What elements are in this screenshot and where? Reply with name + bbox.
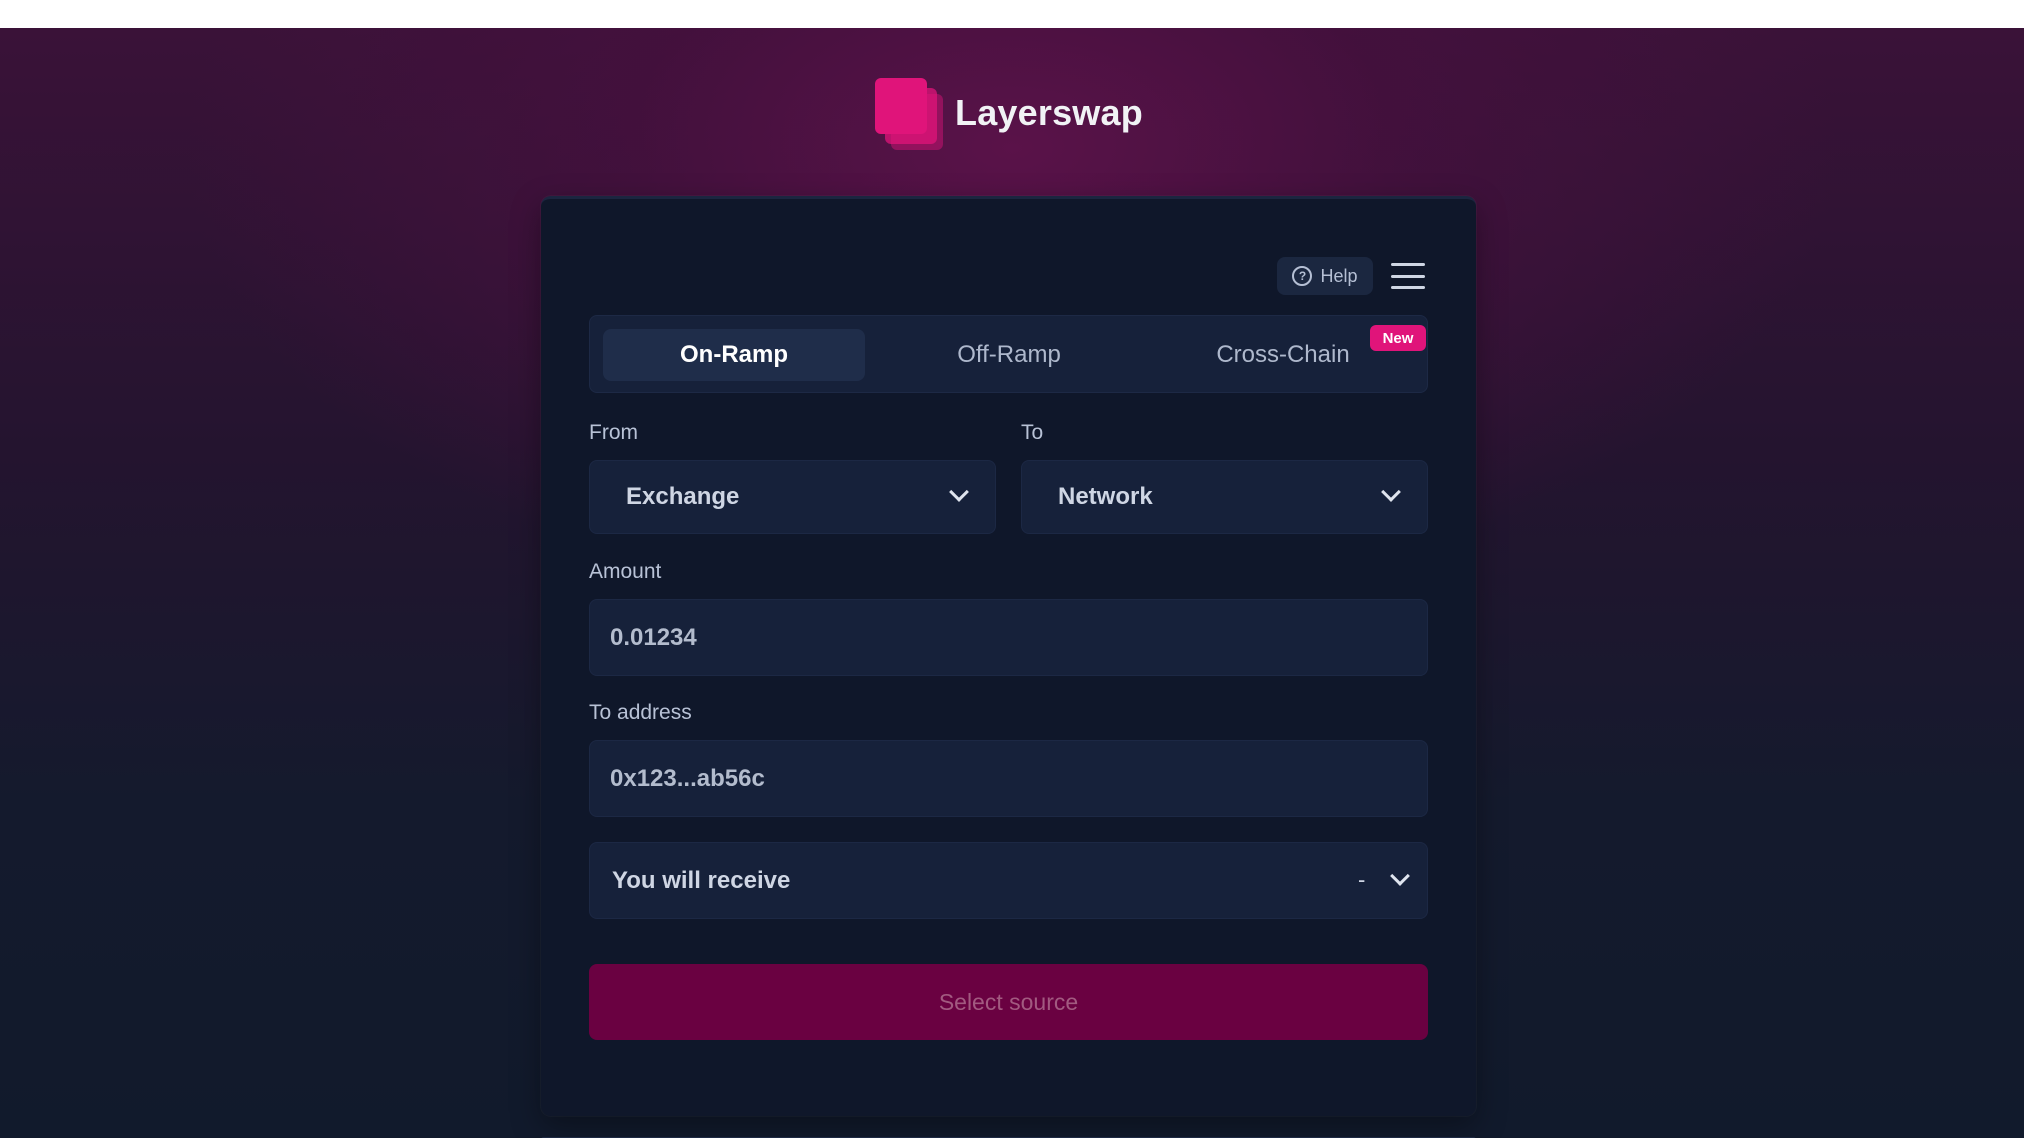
- amount-label: Amount: [589, 560, 662, 583]
- swap-card: ? Help On-Ramp Off-Ramp Cross-Chain New …: [541, 196, 1476, 1116]
- to-label: To: [1021, 421, 1044, 444]
- receive-label: You will receive: [612, 866, 791, 894]
- chevron-down-icon: [949, 482, 969, 502]
- from-label: From: [589, 421, 638, 444]
- chevron-down-icon: [1390, 866, 1410, 886]
- hamburger-menu-icon[interactable]: [1389, 259, 1427, 293]
- to-select[interactable]: Network: [1021, 460, 1428, 534]
- new-badge: New: [1370, 325, 1426, 351]
- to-address-label: To address: [589, 701, 692, 724]
- help-label: Help: [1320, 265, 1358, 286]
- to-address-placeholder: 0x123...ab56c: [610, 764, 765, 792]
- select-source-button[interactable]: Select source: [589, 964, 1428, 1040]
- brand-logo[interactable]: Layerswap: [875, 78, 1143, 150]
- tab-on-ramp[interactable]: On-Ramp: [603, 329, 865, 381]
- app-background: Layerswap ? Help On-Ramp Off-Ramp Cross-…: [0, 28, 2024, 1138]
- question-circle-icon: ?: [1292, 266, 1313, 286]
- browser-top-strip: [0, 0, 2024, 28]
- help-button[interactable]: ? Help: [1277, 257, 1373, 295]
- layerswap-logo-icon: [875, 78, 943, 150]
- to-address-input[interactable]: 0x123...ab56c: [589, 740, 1428, 817]
- amount-input[interactable]: 0.01234: [589, 599, 1428, 676]
- tab-off-ramp[interactable]: Off-Ramp: [878, 329, 1140, 381]
- to-select-value: Network: [1058, 483, 1153, 510]
- from-select[interactable]: Exchange: [589, 460, 996, 534]
- from-select-value: Exchange: [626, 483, 740, 510]
- receive-value: -: [1358, 867, 1366, 892]
- chevron-down-icon: [1381, 482, 1401, 502]
- amount-placeholder: 0.01234: [610, 623, 697, 651]
- receive-summary[interactable]: You will receive -: [589, 842, 1428, 919]
- brand-name: Layerswap: [955, 92, 1143, 133]
- swap-mode-tabs: On-Ramp Off-Ramp Cross-Chain New: [589, 315, 1428, 393]
